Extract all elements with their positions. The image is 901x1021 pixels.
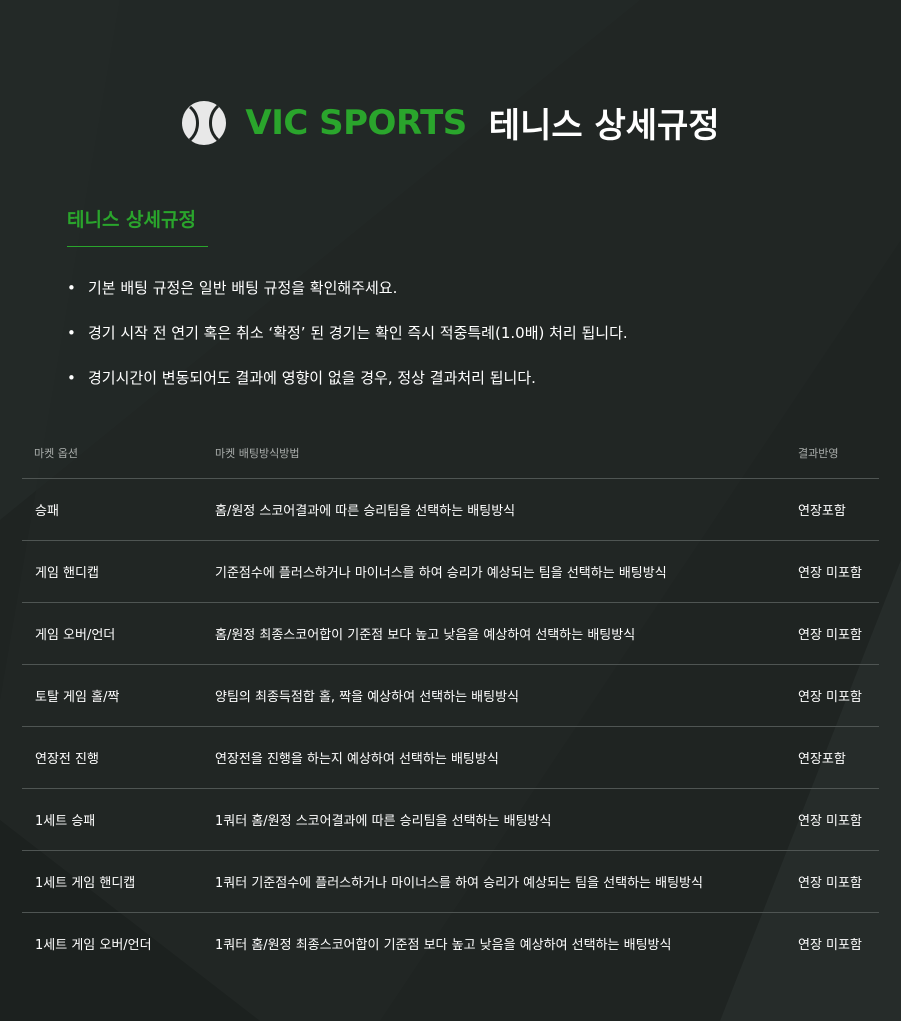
market-option: 1세트 게임 핸디캡 bbox=[35, 876, 136, 891]
market-option: 토탈 게임 홀/짝 bbox=[35, 690, 120, 705]
market-option: 승패 bbox=[35, 504, 59, 519]
rule-text: 경기 시작 전 연기 혹은 취소 ‘확정’ 된 경기는 확인 즉시 적중특례(1… bbox=[88, 324, 628, 342]
market-option: 연장전 진행 bbox=[35, 752, 99, 767]
result-rule: 연장 미포함 bbox=[798, 690, 862, 705]
market-method: 1쿼터 기준점수에 플러스하거나 마이너스를 하여 승리가 예상되는 팀을 선택… bbox=[215, 876, 703, 891]
tennis-ball-icon bbox=[182, 100, 227, 145]
bullet: • bbox=[67, 279, 76, 297]
market-table: 마켓 옵션 마켓 배팅방식방법 결과반영 승패 홈/원정 스코어결과에 따른 승… bbox=[22, 428, 879, 974]
market-method: 1쿼터 홈/원정 최종스코어합이 기준점 보다 높고 낮음을 예상하여 선택하는… bbox=[215, 938, 672, 953]
result-rule: 연장 미포함 bbox=[798, 566, 862, 581]
table-row: 승패 홈/원정 스코어결과에 따른 승리팀을 선택하는 배팅방식 연장포함 bbox=[22, 479, 879, 541]
page-title: 테니스 상세규정 bbox=[488, 106, 720, 146]
rule-item: • 경기 시작 전 연기 혹은 취소 ‘확정’ 된 경기는 확인 즉시 적중특례(… bbox=[64, 320, 628, 346]
market-method: 기준점수에 플러스하거나 마이너스를 하여 승리가 예상되는 팀을 선택하는 배… bbox=[215, 566, 667, 581]
market-method: 양팀의 최종득점합 홀, 짝을 예상하여 선택하는 배팅방식 bbox=[215, 690, 520, 705]
rules-list: • 기본 배팅 규정은 일반 배팅 규정을 확인해주세요. • 경기 시작 전 연기… bbox=[64, 275, 628, 410]
result-rule: 연장 미포함 bbox=[798, 938, 862, 953]
result-rule: 연장 미포함 bbox=[798, 814, 862, 829]
bullet: • bbox=[67, 324, 76, 342]
header-market-method: 마켓 배팅방식방법 bbox=[215, 447, 300, 460]
market-method: 홈/원정 스코어결과에 따른 승리팀을 선택하는 배팅방식 bbox=[215, 504, 516, 519]
table-row: 1세트 승패 1쿼터 홈/원정 스코어결과에 따른 승리팀을 선택하는 배팅방식… bbox=[22, 789, 879, 851]
result-rule: 연장 미포함 bbox=[798, 876, 862, 891]
market-method: 홈/원정 최종스코어합이 기준점 보다 높고 낮음을 예상하여 선택하는 배팅방… bbox=[215, 628, 636, 643]
market-option: 1세트 게임 오버/언더 bbox=[35, 938, 152, 953]
result-rule: 연장포함 bbox=[798, 752, 846, 767]
table-row: 토탈 게임 홀/짝 양팀의 최종득점합 홀, 짝을 예상하여 선택하는 배팅방식… bbox=[22, 665, 879, 727]
market-option: 1세트 승패 bbox=[35, 814, 96, 829]
table-row: 1세트 게임 핸디캡 1쿼터 기준점수에 플러스하거나 마이너스를 하여 승리가… bbox=[22, 851, 879, 913]
table-row: 게임 오버/언더 홈/원정 최종스코어합이 기준점 보다 높고 낮음을 예상하여… bbox=[22, 603, 879, 665]
rule-item: • 기본 배팅 규정은 일반 배팅 규정을 확인해주세요. bbox=[64, 275, 628, 301]
market-option: 게임 오버/언더 bbox=[35, 628, 116, 643]
result-rule: 연장 미포함 bbox=[798, 628, 862, 643]
table-row: 게임 핸디캡 기준점수에 플러스하거나 마이너스를 하여 승리가 예상되는 팀을… bbox=[22, 541, 879, 603]
table-row: 1세트 게임 오버/언더 1쿼터 홈/원정 최종스코어합이 기준점 보다 높고 … bbox=[22, 913, 879, 974]
market-option: 게임 핸디캡 bbox=[35, 566, 99, 581]
page-header: VIC SPORTS 테니스 상세규정 bbox=[0, 98, 901, 147]
section-title: 테니스 상세규정 bbox=[67, 205, 208, 247]
rule-text: 경기시간이 변동되어도 결과에 영향이 없을 경우, 정상 결과처리 됩니다. bbox=[88, 369, 536, 387]
table-header: 마켓 옵션 마켓 배팅방식방법 결과반영 bbox=[22, 428, 879, 479]
market-method: 1쿼터 홈/원정 스코어결과에 따른 승리팀을 선택하는 배팅방식 bbox=[215, 814, 552, 829]
result-rule: 연장포함 bbox=[798, 504, 846, 519]
bullet: • bbox=[67, 369, 76, 387]
table-row: 연장전 진행 연장전을 진행을 하는지 예상하여 선택하는 배팅방식 연장포함 bbox=[22, 727, 879, 789]
rule-text: 기본 배팅 규정은 일반 배팅 규정을 확인해주세요. bbox=[88, 279, 398, 297]
rule-item: • 경기시간이 변동되어도 결과에 영향이 없을 경우, 정상 결과처리 됩니다. bbox=[64, 365, 628, 391]
market-method: 연장전을 진행을 하는지 예상하여 선택하는 배팅방식 bbox=[215, 752, 499, 767]
header-result: 결과반영 bbox=[798, 447, 839, 460]
brand-name: VIC SPORTS bbox=[245, 102, 467, 143]
page: VIC SPORTS 테니스 상세규정 테니스 상세규정 • 기본 배팅 규정은 … bbox=[0, 0, 901, 1021]
header-market-option: 마켓 옵션 bbox=[34, 447, 78, 460]
